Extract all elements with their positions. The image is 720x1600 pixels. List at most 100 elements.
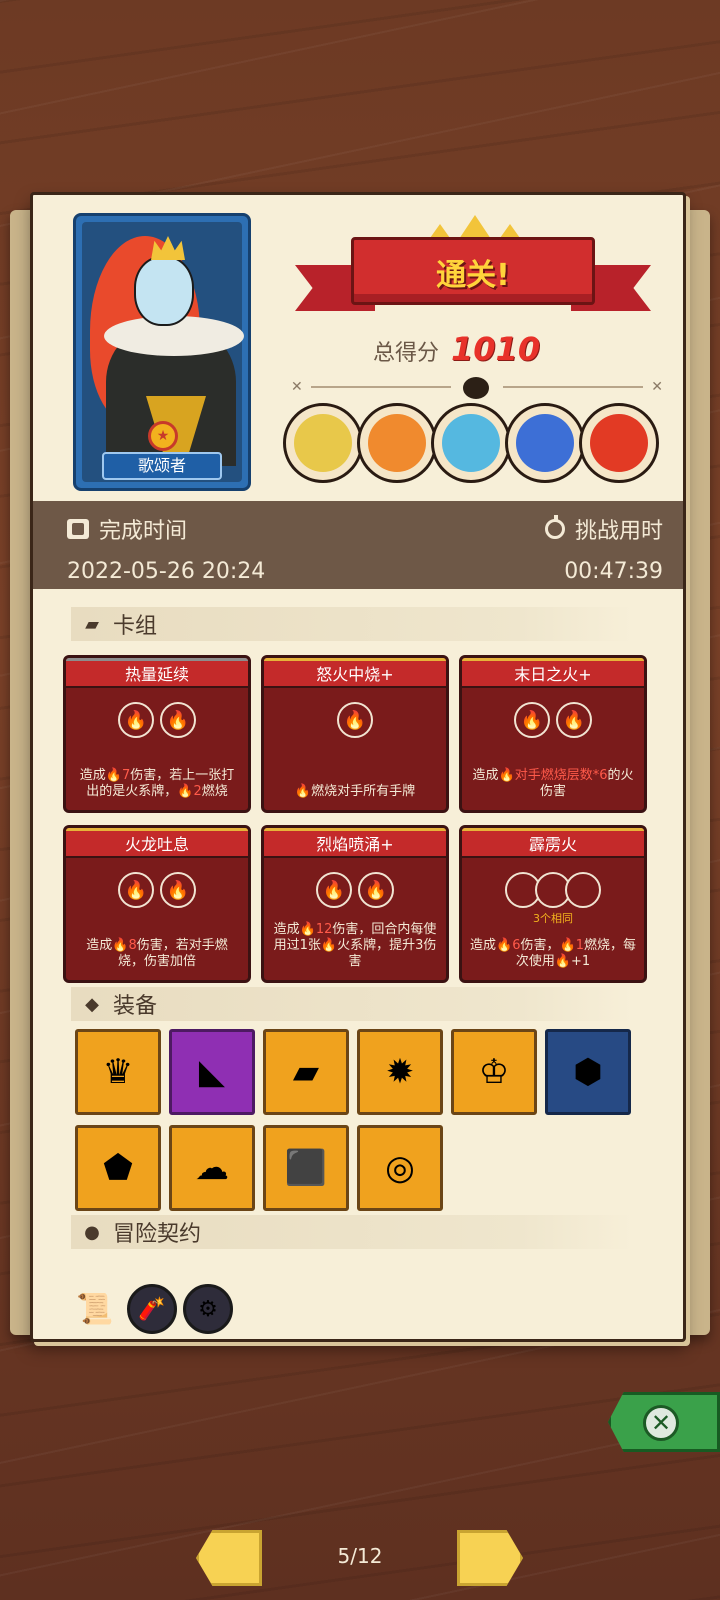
- score-label: 总得分: [373, 341, 440, 366]
- moss-block-icon[interactable]: ▰: [263, 1029, 349, 1115]
- info-bar: 完成时间 2022-05-26 20:24 挑战用时 00:47:39: [33, 501, 683, 589]
- card-description: 造成🔥对手燃烧层数*6的火伤害: [470, 768, 636, 800]
- ruby-crown-icon[interactable]: ♔: [451, 1029, 537, 1115]
- hero-face: [134, 256, 194, 326]
- flame-icon: 🔥: [112, 938, 129, 953]
- flame-icon: 🔥: [554, 954, 572, 969]
- flame-icon: 🔥: [118, 702, 154, 738]
- flame-icon: 🔥: [316, 872, 352, 908]
- close-button[interactable]: ✕: [643, 1405, 679, 1441]
- card-description: 造成🔥7伤害，若上一张打出的是火系牌，🔥2燃烧: [74, 768, 240, 800]
- card[interactable]: 霹雳火 3个相同造成🔥6伤害，🔥1燃烧，每次使用🔥+1: [459, 825, 647, 983]
- card-title: 热量延续: [66, 658, 248, 688]
- fire-gem-ring-icon[interactable]: ⬢: [545, 1029, 631, 1115]
- card-text: 造成: [79, 768, 106, 783]
- boss-avatar: [283, 403, 363, 483]
- cost-slot: [565, 872, 601, 908]
- card-description: 造成🔥8伤害，若对手燃烧，伤害加倍: [74, 938, 240, 970]
- flame-icon: 🔥: [320, 938, 338, 953]
- target-disc-icon[interactable]: ◎: [357, 1125, 443, 1211]
- flame-icon: 🔥: [299, 922, 316, 937]
- cards-icon: ▰: [85, 613, 99, 635]
- card-cost: 🔥 🔥: [264, 872, 446, 908]
- boss-avatar: [579, 403, 659, 483]
- highlight-text: 对手燃烧层数*6: [514, 768, 608, 783]
- flame-icon: 🔥: [559, 938, 576, 953]
- crossed-swords-icon: ✕: [651, 379, 663, 395]
- film-icon: [67, 519, 89, 539]
- flame-icon: 🔥: [105, 768, 122, 783]
- card-text: 燃烧对手所有手牌: [311, 784, 416, 799]
- prev-page-button[interactable]: [196, 1530, 262, 1586]
- cost-note: 3个相同: [533, 912, 573, 925]
- person-icon: ●: [84, 1221, 100, 1243]
- flame-icon: 🔥: [498, 768, 515, 783]
- medal-icon: ★: [148, 421, 178, 451]
- fire-dice-icon[interactable]: ⬛: [263, 1125, 349, 1211]
- card-cost: 🔥 🔥: [66, 872, 248, 908]
- contracts-header: ● 冒险契约: [71, 1215, 633, 1249]
- card-cost: 🔥 🔥: [462, 702, 644, 738]
- boss-avatar: [357, 403, 437, 483]
- card[interactable]: 热量延续 🔥 🔥 造成🔥7伤害，若上一张打出的是火系牌，🔥2燃烧: [63, 655, 251, 813]
- equipment-header: ◆ 装备: [71, 987, 633, 1021]
- card[interactable]: 火龙吐息 🔥 🔥 造成🔥8伤害，若对手燃烧，伤害加倍: [63, 825, 251, 983]
- flame-icon: 🔥: [337, 702, 373, 738]
- challenge-time-label: 挑战用时: [574, 519, 663, 544]
- plus-value: +1: [571, 954, 591, 969]
- flame-icon: 🔥: [358, 872, 394, 908]
- finish-time-value: 2022-05-26 20:24: [67, 559, 266, 584]
- card-title: 霹雳火: [462, 828, 644, 858]
- boss-avatar: [431, 403, 511, 483]
- card-description: 🔥燃烧对手所有手牌: [272, 784, 438, 800]
- burn-value: 2: [193, 784, 202, 799]
- card-text: 造成: [273, 922, 300, 937]
- card-cost: [462, 872, 644, 908]
- flame-icon: 🔥: [177, 784, 194, 799]
- deck-cards: 热量延续 🔥 🔥 造成🔥7伤害，若上一张打出的是火系牌，🔥2燃烧 怒火中烧+ 🔥 🔥燃烧对手…: [63, 655, 653, 983]
- card-description: 造成🔥6伤害，🔥1燃烧，每次使用🔥+1: [470, 938, 636, 970]
- equipment-grid: ♛ ◣ ▰ ✹ ♔ ⬢ ⬟ ☁ ⬛ ◎: [75, 1029, 655, 1211]
- stopwatch-icon: [544, 515, 565, 539]
- boss-avatar: [505, 403, 585, 483]
- card[interactable]: 怒火中烧+ 🔥 🔥燃烧对手所有手牌: [261, 655, 449, 813]
- card[interactable]: 烈焰喷涌+ 🔥 🔥 造成🔥12伤害，回合内每使用过1张🔥火系牌，提升3伤害: [261, 825, 449, 983]
- damage-value: 12: [315, 922, 333, 937]
- fire-orb-icon[interactable]: ✹: [357, 1029, 443, 1115]
- dynamite-icon[interactable]: 🧨: [127, 1284, 177, 1334]
- cheese-icon[interactable]: ◣: [169, 1029, 255, 1115]
- card-text: 造成: [470, 938, 497, 953]
- ghost-slime-icon[interactable]: ☁: [169, 1125, 255, 1211]
- card-description: 造成🔥12伤害，回合内每使用过1张🔥火系牌，提升3伤害: [272, 922, 438, 970]
- card-title: 怒火中烧+: [264, 658, 446, 688]
- defeated-bosses: [283, 403, 659, 483]
- card-title: 烈焰喷涌+: [264, 828, 446, 858]
- ice-shield-icon[interactable]: ⬟: [75, 1125, 161, 1211]
- gear-helmet-icon[interactable]: ⚙: [183, 1284, 233, 1334]
- card-title: 末日之火+: [462, 658, 644, 688]
- clear-banner: 通关!: [295, 215, 651, 325]
- burn-value: 1: [575, 938, 584, 953]
- next-page-button[interactable]: [457, 1530, 523, 1586]
- card-text: 造成: [86, 938, 113, 953]
- card-text: 伤害，: [520, 938, 560, 953]
- flame-icon: 🔥: [496, 938, 513, 953]
- result-page: ★ 歌颂者 通关! 总得分 1010 ✕ ✕ 完成时间 2022-05-26 2…: [30, 192, 686, 1342]
- card-text: 火系牌，提升3伤害: [337, 938, 437, 969]
- scroll-icon[interactable]: 📜: [69, 1283, 121, 1335]
- flame-icon: 🔥: [514, 702, 550, 738]
- card[interactable]: 末日之火+ 🔥 🔥 造成🔥对手燃烧层数*6的火伤害: [459, 655, 647, 813]
- crown-icon[interactable]: ♛: [75, 1029, 161, 1115]
- cube-icon: ◆: [85, 993, 99, 1015]
- challenge-time-value: 00:47:39: [564, 559, 663, 584]
- card-text: 造成: [472, 768, 499, 783]
- flame-icon: 🔥: [118, 872, 154, 908]
- flame-icon: 🔥: [160, 702, 196, 738]
- hero-portrait: ★ 歌颂者: [73, 213, 251, 491]
- score-row: 总得分 1010: [373, 330, 540, 368]
- deck-header: ▰ 卡组: [71, 607, 633, 641]
- flame-icon: 🔥: [294, 784, 312, 799]
- skull-icon: [463, 377, 489, 399]
- hero-name: 歌颂者: [102, 452, 222, 480]
- flame-icon: 🔥: [160, 872, 196, 908]
